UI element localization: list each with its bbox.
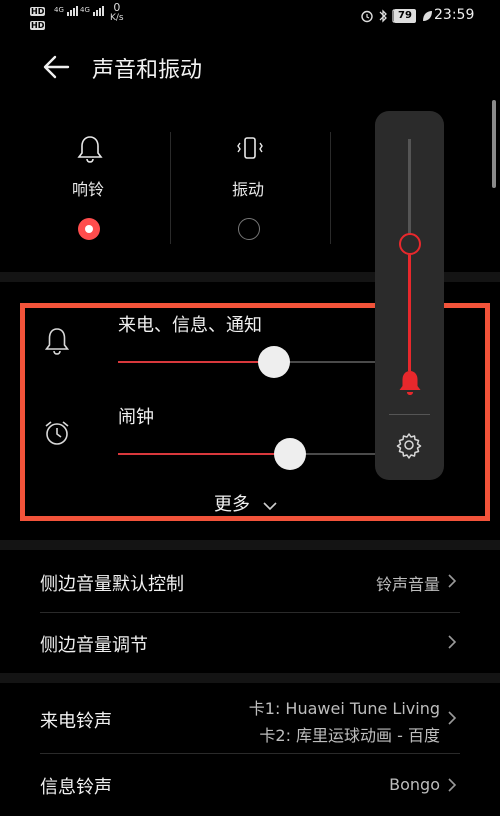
network-speed: 0 K/s [110, 2, 124, 24]
ringtone-card2-value: 卡2: 库里运球动画 - 百度 [259, 726, 440, 745]
side-volume-thumb[interactable] [399, 233, 421, 255]
message-tone-label: 信息铃声 [40, 777, 112, 798]
network-type-1: 4G [54, 6, 64, 14]
setting-row-message-tone[interactable]: 信息铃声 Bongo [0, 754, 500, 816]
side-volume-fill [408, 255, 411, 371]
mode-vibrate-radio[interactable] [238, 218, 260, 240]
chevron-right-icon [448, 635, 457, 649]
chevron-right-icon [448, 574, 457, 588]
ringtone-card1-value: 卡1: Huawei Tune Living [248, 699, 440, 718]
sim-indicators: HD HD [30, 4, 46, 31]
signal-1: 4G [54, 6, 79, 19]
bluetooth-icon [379, 9, 387, 23]
mode-ring-label: 响铃 [72, 180, 105, 199]
leaf-icon [423, 11, 432, 21]
signal-bars-2-icon [93, 6, 105, 19]
setting-row-side-volume-adjust[interactable]: 侧边音量调节 [0, 613, 500, 671]
scrollbar[interactable] [492, 100, 496, 188]
mode-vibrate[interactable]: 振动 [210, 130, 290, 250]
message-tone-value: Bongo [389, 775, 440, 794]
chevron-right-icon [448, 778, 457, 792]
signal-2: 4G [80, 6, 105, 19]
mode-ring[interactable]: 响铃 [50, 130, 130, 250]
setting-row-ringtone[interactable]: 来电铃声 卡1: Huawei Tune Living 卡2: 库里运球动画 -… [0, 683, 500, 753]
side-volume-default-value: 铃声音量 [375, 575, 440, 594]
side-volume-panel [375, 111, 444, 480]
network-type-2: 4G [80, 6, 90, 14]
mode-ring-radio[interactable] [78, 218, 100, 240]
hd-badge-2: HD [30, 21, 46, 30]
section-separator-3 [0, 673, 500, 683]
speed-unit: K/s [110, 13, 124, 23]
speed-value: 0 [113, 1, 121, 14]
status-time: 23:59 [434, 7, 475, 23]
side-volume-adjust-label: 侧边音量调节 [40, 635, 148, 656]
alarm-icon [361, 10, 373, 23]
back-arrow-icon[interactable] [40, 50, 74, 84]
hd-badge-1: HD [30, 7, 46, 16]
battery-indicator: 79 [394, 9, 416, 23]
side-volume-bell-icon[interactable] [397, 369, 423, 397]
side-volume-default-label: 侧边音量默认控制 [40, 574, 184, 595]
signal-bars-1-icon [67, 6, 79, 19]
mode-divider-2 [330, 132, 331, 244]
chevron-right-icon [448, 711, 457, 725]
mode-divider-1 [170, 132, 171, 244]
mode-vibrate-label: 振动 [232, 180, 265, 199]
gear-icon[interactable] [395, 431, 423, 459]
vibrate-icon [237, 137, 263, 159]
side-panel-divider [389, 414, 430, 415]
status-bar: HD HD 4G 4G 0 K/s 79 23:59 [0, 0, 500, 34]
bell-icon [77, 136, 103, 163]
page-title: 声音和振动 [92, 58, 203, 83]
setting-row-side-volume-default[interactable]: 侧边音量默认控制 铃声音量 [0, 550, 500, 612]
section-separator-2 [0, 540, 500, 550]
ringtone-label: 来电铃声 [40, 711, 112, 732]
